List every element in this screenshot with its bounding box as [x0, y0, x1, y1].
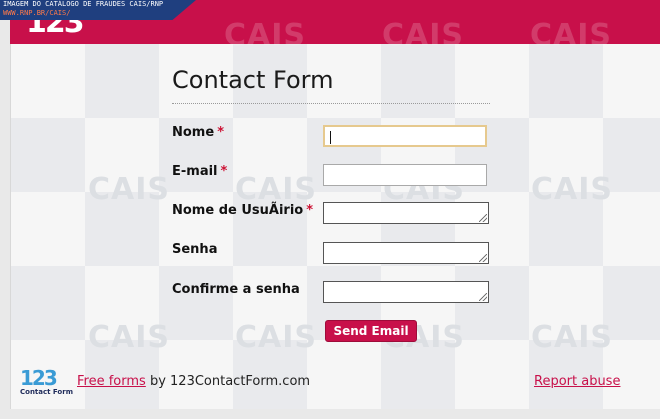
required-marker: * [217, 125, 224, 140]
field-label-text: Nome [172, 125, 215, 140]
required-marker: * [220, 164, 228, 179]
logo-number-text: 123 [20, 366, 58, 390]
field-label-senha: Senha [172, 242, 217, 257]
title-divider [172, 103, 490, 104]
footer-credit: Free forms by 123ContactForm.com [77, 374, 310, 389]
report-abuse-link[interactable]: Report abuse [534, 374, 620, 389]
field-label-nome: Nome * [172, 125, 224, 140]
bottom-strip [0, 409, 660, 419]
send-email-button[interactable]: Send Email [325, 320, 417, 342]
field-label-text: E-mail [172, 164, 218, 179]
resize-grip-icon[interactable] [479, 214, 487, 222]
confirm-senha-textarea[interactable] [323, 281, 489, 303]
field-label-text: Confirme a senha [172, 282, 300, 297]
form-title: Contact Form [172, 66, 334, 94]
form-content: Contact Form Nome * E-mail * Nome de UsuÃi… [0, 0, 660, 419]
senha-textarea[interactable] [323, 242, 489, 264]
field-label-confirm: Confirme a senha [172, 282, 300, 297]
field-label-username: Nome de UsuÃirio * [172, 203, 313, 218]
free-forms-link[interactable]: Free forms [77, 374, 146, 389]
report-abuse-container: Report abuse [534, 374, 620, 389]
field-label-email: E-mail * [172, 164, 227, 179]
field-label-text: Nome de UsuÃirio [172, 203, 304, 218]
email-input[interactable] [323, 164, 487, 186]
footer-by-text: by 123ContactForm.com [145, 374, 311, 389]
footer-logo-number: 123 [20, 368, 70, 388]
username-textarea[interactable] [323, 202, 489, 224]
field-label-text: Senha [172, 242, 218, 257]
required-marker: * [306, 203, 314, 218]
footer-logo[interactable]: 123 Contact Form [20, 368, 73, 402]
resize-grip-icon[interactable] [479, 293, 487, 301]
nome-input[interactable] [323, 125, 487, 147]
resize-grip-icon[interactable] [479, 254, 487, 262]
footer-logo-caption: Contact Form [20, 388, 73, 396]
text-caret [330, 131, 331, 144]
